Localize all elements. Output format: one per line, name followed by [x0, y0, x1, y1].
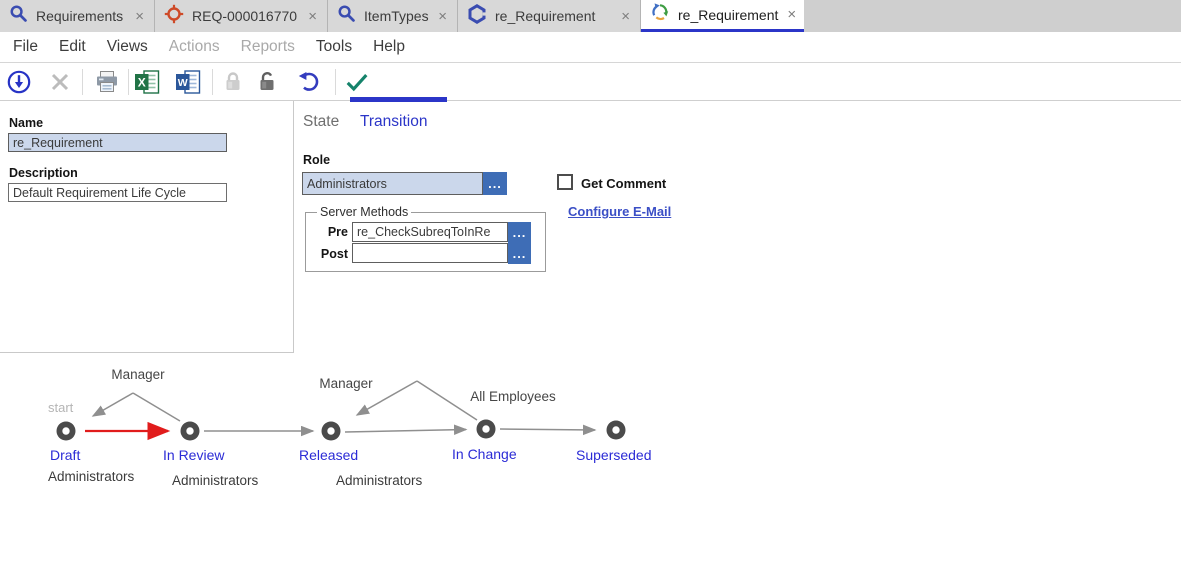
menu-item-views[interactable]: Views: [107, 38, 148, 56]
get-comment-label: Get Comment: [581, 176, 666, 191]
transition-inreview-to-draft[interactable]: [93, 393, 133, 416]
configure-email-link[interactable]: Configure E-Mail: [568, 204, 671, 219]
lock-button: [220, 69, 246, 95]
toolbar: X W: [0, 63, 1181, 101]
tab-re-requirement-lifecycle[interactable]: re_Requirement ×: [641, 0, 804, 32]
checkmark-icon: [344, 70, 370, 94]
active-pane-tab-indicator: [350, 97, 447, 102]
lock-closed-icon: [221, 70, 245, 94]
description-field[interactable]: [8, 183, 227, 202]
server-methods-legend: Server Methods: [317, 205, 411, 219]
name-field[interactable]: [8, 133, 227, 152]
tab-transition[interactable]: Transition: [360, 113, 427, 131]
menu-item-help[interactable]: Help: [373, 38, 405, 56]
pre-method-picker-button[interactable]: ...: [508, 222, 531, 243]
export-excel-button[interactable]: X: [134, 69, 160, 95]
start-label: start: [48, 400, 74, 415]
printer-icon: [94, 69, 120, 95]
transition-role-label: All Employees: [470, 389, 556, 404]
state-node-superseded[interactable]: [607, 421, 626, 440]
menu-item-actions: Actions: [169, 38, 220, 56]
menu-item-edit[interactable]: Edit: [59, 38, 86, 56]
pre-method-label: Pre: [305, 225, 348, 239]
role-picker-button[interactable]: ...: [483, 172, 507, 195]
tab-requirements[interactable]: Requirements ×: [0, 0, 155, 32]
transition-inchange-to-released-leg[interactable]: [417, 381, 477, 420]
cancel-button[interactable]: [47, 69, 73, 95]
transition-released-to-inchange[interactable]: [345, 430, 466, 433]
lifecycle-properties-pane: Name Description: [0, 101, 294, 353]
close-icon[interactable]: ×: [134, 9, 145, 24]
tab-label: re_Requirement: [678, 7, 778, 23]
life-cycle-icon: [650, 2, 670, 27]
tab-itemtypes[interactable]: ItemTypes ×: [328, 0, 458, 32]
close-x-icon: [49, 71, 71, 93]
state-label-draft[interactable]: Draft: [50, 447, 80, 463]
tab-state[interactable]: State: [303, 113, 339, 131]
save-button[interactable]: [6, 69, 32, 95]
unlock-button[interactable]: [254, 69, 280, 95]
print-button[interactable]: [94, 69, 120, 95]
target-icon: [164, 4, 184, 29]
tab-label: Requirements: [36, 8, 126, 24]
tab-req-000016770[interactable]: REQ-000016770 ×: [155, 0, 328, 32]
state-role-label: Administrators: [336, 473, 423, 488]
toolbar-separator: [82, 69, 83, 95]
hexagon-icon: [467, 4, 487, 29]
name-label: Name: [9, 116, 43, 130]
description-label: Description: [9, 166, 78, 180]
document-tab-strip: Requirements × REQ-000016770 × ItemTypes…: [0, 0, 1181, 32]
close-icon[interactable]: ×: [786, 7, 797, 22]
excel-icon: X: [134, 70, 160, 94]
lock-open-icon: [254, 70, 280, 94]
menu-bar: File Edit Views Actions Reports Tools He…: [0, 32, 1181, 63]
toolbar-separator: [212, 69, 213, 95]
state-label-superseded[interactable]: Superseded: [576, 447, 652, 463]
get-comment-checkbox[interactable]: [557, 174, 573, 190]
close-icon[interactable]: ×: [437, 9, 448, 24]
close-icon[interactable]: ×: [620, 9, 631, 24]
undo-button[interactable]: [297, 69, 323, 95]
toolbar-separator: [128, 69, 129, 95]
transition-inchange-to-superseded[interactable]: [500, 429, 595, 430]
state-label-in-change[interactable]: In Change: [452, 446, 517, 462]
role-field[interactable]: [302, 172, 483, 195]
tab-label: REQ-000016770: [192, 8, 299, 24]
tab-label: ItemTypes: [364, 8, 429, 24]
state-node-draft[interactable]: [57, 422, 76, 441]
state-node-released[interactable]: [322, 422, 341, 441]
application-window: Requirements × REQ-000016770 × ItemTypes…: [0, 0, 1181, 575]
state-label-in-review[interactable]: In Review: [163, 447, 225, 463]
undo-icon: [297, 69, 323, 95]
post-method-field[interactable]: [352, 243, 508, 263]
transition-role-label: Manager: [111, 367, 165, 382]
close-icon[interactable]: ×: [307, 9, 318, 24]
tab-label: re_Requirement: [495, 8, 612, 24]
svg-text:W: W: [178, 77, 188, 89]
transition-inreview-to-draft-leg[interactable]: [133, 393, 180, 421]
state-role-label: Administrators: [48, 469, 135, 484]
state-node-in-change[interactable]: [477, 420, 496, 439]
menu-item-tools[interactable]: Tools: [316, 38, 352, 56]
menu-item-file[interactable]: File: [13, 38, 38, 56]
transition-role-label: Manager: [319, 376, 373, 391]
save-icon: [6, 69, 32, 95]
word-icon: W: [175, 70, 201, 94]
svg-text:X: X: [138, 75, 146, 89]
done-button[interactable]: [344, 69, 370, 95]
menu-item-reports: Reports: [241, 38, 295, 56]
state-role-label: Administrators: [172, 473, 259, 488]
state-node-in-review[interactable]: [181, 422, 200, 441]
lifecycle-map-diagram: start Manager Manager All Employees Draf…: [0, 353, 720, 523]
post-method-label: Post: [305, 247, 348, 261]
tab-re-requirement-itemtype[interactable]: re_Requirement ×: [458, 0, 641, 32]
pre-method-field[interactable]: [352, 222, 508, 242]
export-word-button[interactable]: W: [175, 69, 201, 95]
search-icon: [337, 4, 356, 28]
toolbar-separator: [335, 69, 336, 95]
post-method-picker-button[interactable]: ...: [508, 243, 531, 264]
state-label-released[interactable]: Released: [299, 447, 358, 463]
search-icon: [9, 4, 28, 28]
role-label: Role: [303, 153, 330, 167]
